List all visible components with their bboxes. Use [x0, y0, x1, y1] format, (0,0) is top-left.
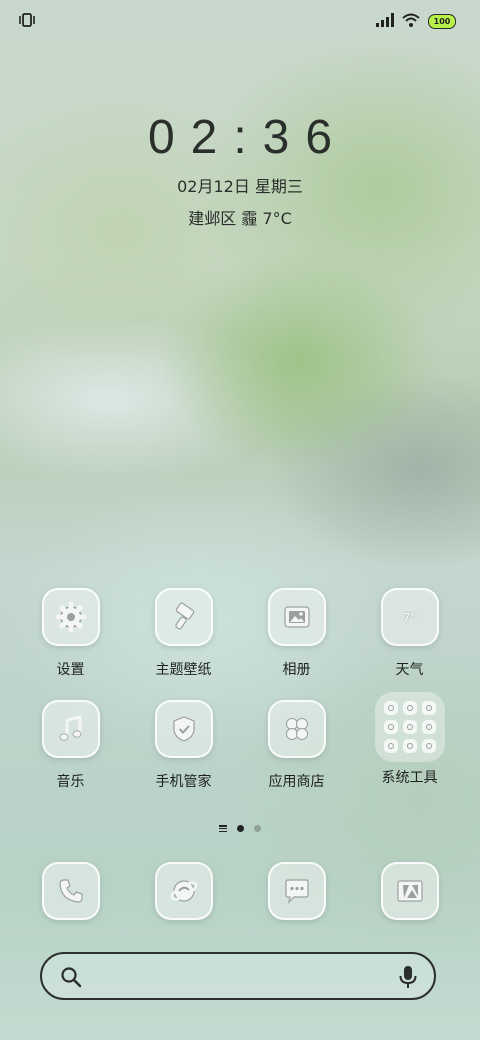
mini-app-icon [421, 739, 436, 753]
app-label: 设置 [56, 662, 85, 678]
wifi-icon [402, 12, 420, 31]
clock-date: 02月12日 星期三 [177, 177, 303, 196]
page-dot-active [237, 825, 244, 832]
app-label: 相册 [282, 662, 311, 678]
microphone-icon[interactable] [398, 965, 418, 993]
gallery-icon[interactable] [267, 588, 326, 646]
mini-app-icon [402, 739, 417, 753]
app-weather[interactable]: 7° 天气 [353, 588, 466, 679]
app-label: 应用商店 [268, 774, 325, 790]
mini-app-icon [383, 720, 398, 734]
app-label: 手机管家 [155, 774, 212, 790]
app-label: 系统工具 [381, 770, 438, 786]
brush-icon[interactable] [154, 588, 213, 646]
app-store[interactable]: 应用商店 [240, 700, 353, 791]
app-phone-manager[interactable]: 手机管家 [127, 700, 240, 791]
mini-app-icon [421, 720, 436, 734]
app-row: 设置 主题壁纸 相册 7° 天气 [14, 588, 466, 679]
app-row: 音乐 手机管家 应用商店 系统工具 [14, 692, 466, 791]
dock-browser[interactable] [127, 862, 240, 920]
weather-icon[interactable]: 7° [380, 588, 439, 646]
weather-summary: 建邺区 霾 7°C [188, 209, 292, 228]
app-music[interactable]: 音乐 [14, 700, 127, 791]
app-label: 音乐 [56, 774, 85, 790]
menu-lines-icon [219, 825, 227, 832]
search-bar[interactable] [40, 952, 436, 1000]
dock-messages[interactable] [240, 862, 353, 920]
clock-widget[interactable]: 02:36 02月12日 星期三 建邺区 霾 7°C [0, 110, 480, 229]
app-grid: 设置 主题壁纸 相册 7° 天气 音乐 手机管家 应用商店 系统工具 [14, 588, 466, 812]
clock-time: 02:36 [147, 111, 349, 164]
app-label: 天气 [395, 662, 424, 678]
status-bar: 100 [0, 0, 480, 40]
signal-icon [376, 12, 394, 31]
camera-icon[interactable] [380, 862, 439, 920]
app-label: 主题壁纸 [155, 662, 212, 678]
vibrate-icon [18, 12, 36, 32]
dock [14, 862, 466, 920]
folder-system-tools[interactable]: 系统工具 [353, 692, 466, 791]
dock-camera[interactable] [353, 862, 466, 920]
folder-icon[interactable] [374, 692, 445, 762]
mini-app-icon [402, 720, 417, 734]
app-settings[interactable]: 设置 [14, 588, 127, 679]
message-icon[interactable] [267, 862, 326, 920]
mini-app-icon [402, 701, 417, 715]
shield-icon[interactable] [154, 700, 213, 758]
gear-icon[interactable] [41, 588, 100, 646]
browser-icon[interactable] [154, 862, 213, 920]
mini-app-icon [383, 739, 398, 753]
music-icon[interactable] [41, 700, 100, 758]
weather-badge: 7° [403, 610, 416, 624]
dock-phone[interactable] [14, 862, 127, 920]
phone-icon[interactable] [41, 862, 100, 920]
app-gallery[interactable]: 相册 [240, 588, 353, 679]
app-store-icon[interactable] [267, 700, 326, 758]
mini-app-icon [421, 701, 436, 715]
page-dot [254, 825, 261, 832]
battery-indicator: 100 [428, 14, 456, 29]
search-icon[interactable] [60, 966, 82, 992]
mini-app-icon [383, 701, 398, 715]
page-indicator[interactable] [0, 825, 480, 832]
app-themes[interactable]: 主题壁纸 [127, 588, 240, 679]
